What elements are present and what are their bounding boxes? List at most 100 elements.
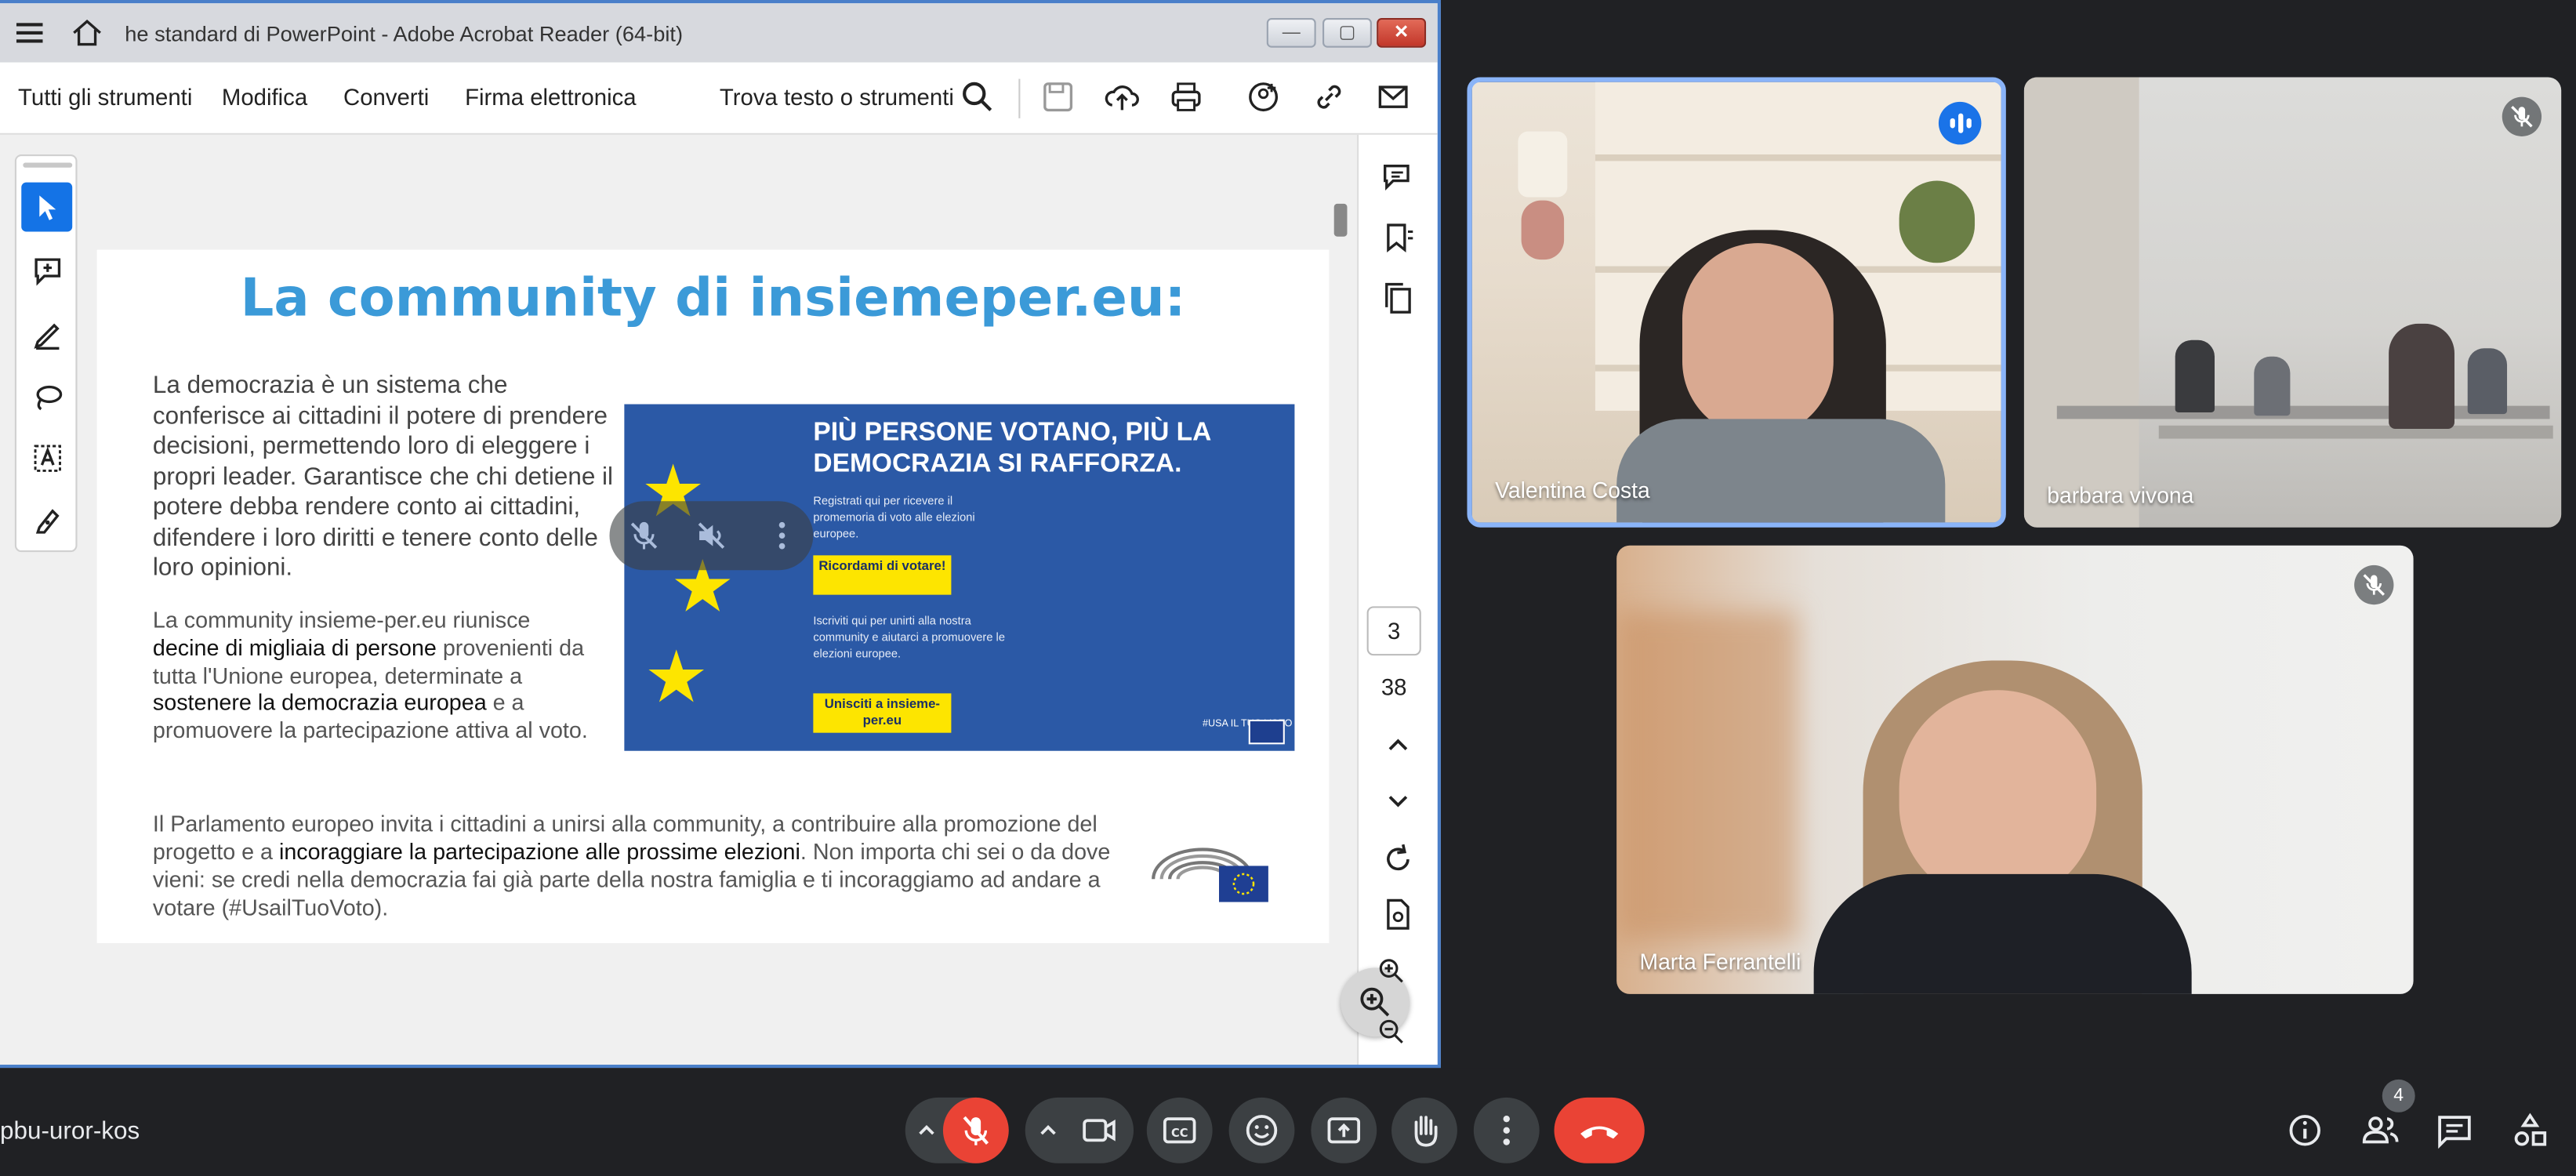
captions-button[interactable]: CC: [1146, 1097, 1213, 1163]
mic-toggle-button[interactable]: [942, 1097, 1009, 1163]
more-options-button[interactable]: [1473, 1097, 1540, 1163]
raise-hand-button[interactable]: [1391, 1097, 1457, 1163]
more-vert-icon[interactable]: [764, 517, 800, 554]
zoom-in-icon: [1360, 987, 1390, 1017]
bookmark-panel-icon[interactable]: [1378, 219, 1417, 258]
menu-esign[interactable]: Firma elettronica: [465, 84, 637, 111]
text-tool[interactable]: [21, 434, 72, 483]
eu-star-icon: ★: [644, 637, 709, 718]
student: [2175, 339, 2215, 413]
slide-page: La community di insiemeper.eu: La democr…: [96, 249, 1330, 943]
home-icon[interactable]: [69, 16, 105, 49]
participant-name: barbara vivona: [2047, 483, 2194, 508]
activities-icon[interactable]: [2497, 1098, 2563, 1163]
eu-flag-icon: [1248, 719, 1285, 745]
slide-title: La community di insiemeper.eu:: [240, 266, 1186, 329]
text-box-icon: [33, 445, 60, 472]
slide-paragraph-2: La community insieme-per.eu riunisce dec…: [152, 608, 588, 743]
close-button[interactable]: ✕: [1377, 18, 1427, 48]
emoji-icon: [1246, 1115, 1278, 1146]
cloud-upload-icon[interactable]: [1104, 79, 1140, 115]
banner-headline: PIÙ PERSONE VOTANO, PIÙ LA DEMOCRAZIA SI…: [813, 419, 1211, 478]
person-face: [1899, 690, 2097, 904]
person-sweater: [1616, 419, 1946, 523]
student: [2467, 348, 2508, 415]
mic-muted-icon: [2354, 564, 2394, 605]
page-down-icon[interactable]: [1378, 780, 1417, 819]
hamburger-menu-icon[interactable]: [13, 16, 46, 49]
comments-panel-icon[interactable]: [1378, 158, 1417, 197]
comment-tool[interactable]: [21, 246, 72, 296]
slide-paragraph-1: La democrazia è un sistema che conferisc…: [152, 371, 614, 582]
page-settings-icon[interactable]: [1378, 895, 1417, 935]
zoom-in-small-icon[interactable]: [1377, 956, 1406, 986]
meeting-info-icon[interactable]: [2272, 1098, 2338, 1163]
print-icon[interactable]: [1168, 79, 1204, 115]
participant-tile-marta[interactable]: Marta Ferrantelli: [1616, 545, 2414, 994]
link-icon[interactable]: [1311, 79, 1347, 115]
camera-toggle-button[interactable]: [1066, 1098, 1132, 1163]
zoom-out-icon[interactable]: [1377, 1017, 1406, 1047]
page-total: 38: [1381, 673, 1407, 700]
share-user-icon[interactable]: [1246, 79, 1282, 115]
mic-off-icon[interactable]: [626, 517, 662, 554]
person-face: [1682, 243, 1834, 437]
background-blur: [1616, 611, 1798, 940]
title-bar: he standard di PowerPoint - Adobe Acroba…: [0, 3, 1438, 63]
more-vert-icon: [1503, 1115, 1510, 1145]
save-icon[interactable]: [1040, 79, 1076, 115]
participant-tile-barbara[interactable]: barbara vivona: [2023, 77, 2562, 528]
lamp-shade: [1518, 131, 1568, 198]
presenter-overlay-controls: [609, 501, 814, 571]
student: [2254, 356, 2291, 416]
quick-tools-rail: [14, 154, 78, 553]
select-tool[interactable]: [21, 182, 73, 232]
minimize-button[interactable]: —: [1266, 18, 1316, 48]
rail-grip[interactable]: [23, 162, 73, 168]
vertical-scrollbar[interactable]: [1333, 203, 1348, 237]
page-up-icon[interactable]: [1378, 726, 1417, 765]
hang-up-icon: [1580, 1126, 1619, 1139]
acrobat-toolbar: Tutti gli strumenti Modifica Converti Fi…: [0, 62, 1438, 135]
banner-button-join: Unisciti a insieme-per.eu: [813, 693, 952, 733]
participant-tile-valentina[interactable]: Valentina Costa: [1467, 77, 2006, 528]
speaker-off-icon[interactable]: [693, 517, 729, 554]
draw-tool[interactable]: [21, 372, 72, 421]
person-scarf: [1813, 873, 2192, 994]
document-area[interactable]: La community di insiemeper.eu: La democr…: [0, 134, 1358, 1065]
participant-name: Marta Ferrantelli: [1639, 949, 1801, 975]
student: [2389, 323, 2454, 429]
signature-pen-icon: [34, 509, 59, 534]
present-screen-icon: [1327, 1117, 1361, 1144]
end-call-button[interactable]: [1554, 1097, 1645, 1163]
menu-edit[interactable]: Modifica: [222, 84, 307, 111]
plant: [1899, 180, 1976, 263]
mic-muted-icon: [2502, 96, 2542, 136]
chat-icon[interactable]: [2422, 1098, 2487, 1163]
divider: [1018, 78, 1021, 118]
pages-panel-icon[interactable]: [1378, 279, 1417, 318]
shelf: [1595, 154, 2001, 162]
reactions-button[interactable]: [1228, 1097, 1295, 1163]
speaking-indicator-icon: [1938, 101, 1982, 145]
banner-button-remind: Ricordami di votare!: [813, 555, 952, 595]
highlight-tool[interactable]: [21, 309, 72, 358]
mail-icon[interactable]: [1375, 79, 1411, 115]
lasso-icon: [35, 385, 62, 411]
maximize-button[interactable]: ▢: [1322, 18, 1372, 48]
menu-convert[interactable]: Converti: [343, 84, 429, 111]
sign-tool[interactable]: [21, 496, 72, 546]
present-screen-button[interactable]: [1311, 1097, 1377, 1163]
find-tools-label[interactable]: Trova testo o strumenti: [720, 84, 954, 111]
search-icon[interactable]: [960, 79, 996, 115]
banner-text-2: Iscriviti qui per unirti alla nostra com…: [813, 615, 1005, 661]
window-title: he standard di PowerPoint - Adobe Acroba…: [125, 21, 684, 46]
lamp-base: [1521, 200, 1565, 260]
participant-name: Valentina Costa: [1495, 477, 1650, 503]
page-number-input[interactable]: 3: [1366, 606, 1421, 656]
classroom-wall: [2023, 77, 2139, 528]
menu-all-tools[interactable]: Tutti gli strumenti: [18, 84, 192, 111]
rotate-icon[interactable]: [1378, 840, 1417, 879]
hand-icon: [1414, 1116, 1438, 1147]
campaign-banner: ★ ★ ★ PIÙ PERSONE VOTANO, PIÙ LA DEMOCRA…: [624, 404, 1295, 751]
